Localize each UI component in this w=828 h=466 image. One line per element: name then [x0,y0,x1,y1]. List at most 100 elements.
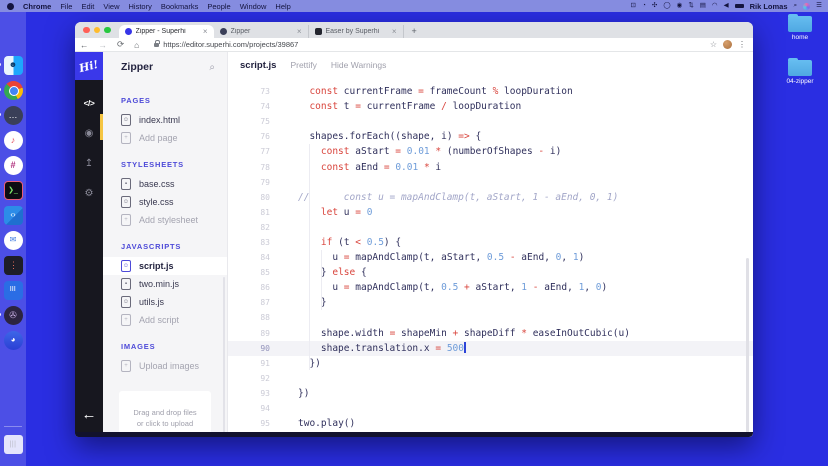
file-item-two-min-js[interactable]: ▪ two.min.js [103,275,227,293]
add-item-add-stylesheet[interactable]: + Add stylesheet [103,211,227,229]
search-icon[interactable]: ⌕ [209,62,215,73]
chrome-dock-icon[interactable] [0,80,23,100]
menu-item-window[interactable]: Window [240,2,267,11]
menu-user-name[interactable]: Rik Lomas [750,2,788,11]
superhi-logo[interactable]: Hi! [75,52,103,80]
sidebar-scrollbar[interactable] [222,277,225,432]
code-line[interactable]: 93}) [228,386,753,401]
reload-icon[interactable]: ⟳ [112,39,129,50]
bookmark-star-icon[interactable]: ☆ [710,40,717,49]
code-line[interactable]: 83 if (t < 0.5) { [228,235,753,250]
moon-icon[interactable]: ◯ [663,2,670,10]
intercom-dock-icon[interactable]: ||| [3,280,23,300]
spotlight-search-icon[interactable]: ⌕ [794,2,798,10]
code-line[interactable]: 95 two.play() [228,416,753,431]
code-scrollbar[interactable] [746,258,749,433]
settings-gear-icon[interactable]: ⚙ [75,178,103,208]
code-line[interactable]: 76 shapes.forEach((shape, i) => { [228,129,753,144]
browser-tab[interactable]: Zipper - Superhi × [118,25,214,38]
code-line[interactable]: 78 const aEnd = 0.01 * i [228,159,753,174]
add-item-add-page[interactable]: + Add page [103,129,227,147]
back-icon[interactable]: ← [75,40,94,50]
screen-mirroring-icon[interactable]: ⊡ [631,2,636,10]
desktop-folder-04-zipper[interactable]: 04-zipper [774,57,826,85]
code-line[interactable]: 75 [228,114,753,129]
keyboard-icon[interactable]: ⇅ [688,2,693,10]
volume-icon[interactable]: ◀ [724,2,729,10]
finder-dock-icon[interactable]: ☻ [0,55,23,75]
siri-icon[interactable] [803,2,811,10]
minimize-window-button[interactable] [93,26,100,33]
menu-item-edit[interactable]: Edit [81,2,94,11]
browser-menu-icon[interactable]: ⋮ [738,40,746,49]
menu-item-help[interactable]: Help [275,2,290,11]
code-line[interactable]: 87 } [228,295,753,310]
menu-item-history[interactable]: History [129,2,152,11]
code-line[interactable]: 82 [228,220,753,235]
code-line[interactable]: 79 [228,175,753,190]
code-line[interactable]: 88 [228,310,753,325]
code-line[interactable]: 84 u = mapAndClamp(t, aStart, 0.5 - aEnd… [228,250,753,265]
file-item-style-css[interactable]: ☺ style.css [103,193,227,211]
wifi-icon[interactable]: ◠ [712,2,718,10]
close-window-button[interactable] [83,26,90,33]
screenflow-dock-icon[interactable]: ✇ [0,305,23,325]
slack-dock-icon[interactable]: # [3,155,23,175]
code-line[interactable]: 85 } else { [228,265,753,280]
forward-icon[interactable]: → [94,40,113,50]
address-bar[interactable]: https://editor.superhi.com/projects/3986… [150,39,704,50]
code-line[interactable]: 90 shape.translation.x = 500 [228,340,753,356]
display-icon[interactable]: ▤ [700,2,706,10]
figma-dock-icon[interactable]: ⋮ [3,255,23,275]
hide-warnings-button[interactable]: Hide Warnings [331,60,386,70]
vpn-icon[interactable]: ✣ [652,2,657,10]
profile-avatar[interactable] [723,40,732,49]
desktop-folder-home[interactable]: home [774,13,826,41]
preview-eye-icon[interactable]: ◉ [75,118,103,148]
file-item-index-html[interactable]: ☺ index.html [103,111,227,129]
menu-item-view[interactable]: View [103,2,119,11]
add-item-upload-images[interactable]: + Upload images [103,357,227,375]
code-line[interactable]: 92 [228,371,753,386]
code-line[interactable]: 94 [228,401,753,416]
code-line[interactable]: 81 let u = 0 [228,205,753,220]
trash-dock-icon[interactable]: ||| [3,434,23,454]
upload-icon[interactable]: ↥ [75,148,103,178]
file-item-script-js[interactable]: ☺ script.js [103,257,227,275]
code-line[interactable]: 89 shape.width = shapeMin + shapeDiff * … [228,326,753,341]
code-lines[interactable]: 73 const currentFrame = frameCount % loo… [228,78,753,432]
vscode-dock-icon[interactable]: ‹› [3,205,23,225]
menu-item-bookmarks[interactable]: Bookmarks [161,2,199,11]
code-line[interactable]: 74 const t = currentFrame / loopDuration [228,99,753,114]
zoom-window-button[interactable] [104,26,111,33]
airmail-dock-icon[interactable]: ✉ [3,230,23,250]
file-item-utils-js[interactable]: ☺ utils.js [103,293,227,311]
tab-close-icon[interactable]: × [297,27,302,36]
code-line[interactable]: 80 // const u = mapAndClamp(t, aStart, 1 … [228,190,753,205]
tab-close-icon[interactable]: × [392,27,397,36]
code-line[interactable]: 86 u = mapAndClamp(t, 0.5 + aStart, 1 - … [228,280,753,295]
hyper-terminal-dock-icon[interactable]: ❯_ [3,180,23,200]
code-line[interactable]: 91 }) [228,356,753,371]
file-item-base-css[interactable]: ▪ base.css [103,175,227,193]
menu-item-people[interactable]: People [207,2,230,11]
apple-menu-icon[interactable] [7,2,14,10]
browser-tab[interactable]: Zipper × [214,25,309,38]
back-arrow-button[interactable]: ← [75,406,103,423]
music-dock-icon[interactable]: ♪ [3,130,23,150]
code-line[interactable]: 77 const aStart = 0.01 * (numberOfShapes… [228,144,753,159]
code-view-icon[interactable]: </> [75,88,103,118]
flume-dock-icon[interactable]: ◕ [3,330,23,350]
menu-item-file[interactable]: File [60,2,72,11]
tab-close-icon[interactable]: × [203,27,208,36]
home-icon[interactable]: ⌂ [129,40,144,50]
menu-item-chrome[interactable]: Chrome [23,2,51,11]
messages-dock-icon[interactable]: … [0,105,23,125]
code-editor[interactable]: script.js Prettify Hide Warnings 73 cons… [228,52,753,433]
code-line[interactable]: 73 const currentFrame = frameCount % loo… [228,84,753,99]
battery-icon[interactable] [734,3,744,9]
notification-center-icon[interactable]: ☰ [816,2,822,10]
new-tab-button[interactable]: + [404,26,425,38]
upload-dropzone[interactable]: Drag and drop files or click to upload [119,391,211,432]
prettify-button[interactable]: Prettify [290,60,316,70]
